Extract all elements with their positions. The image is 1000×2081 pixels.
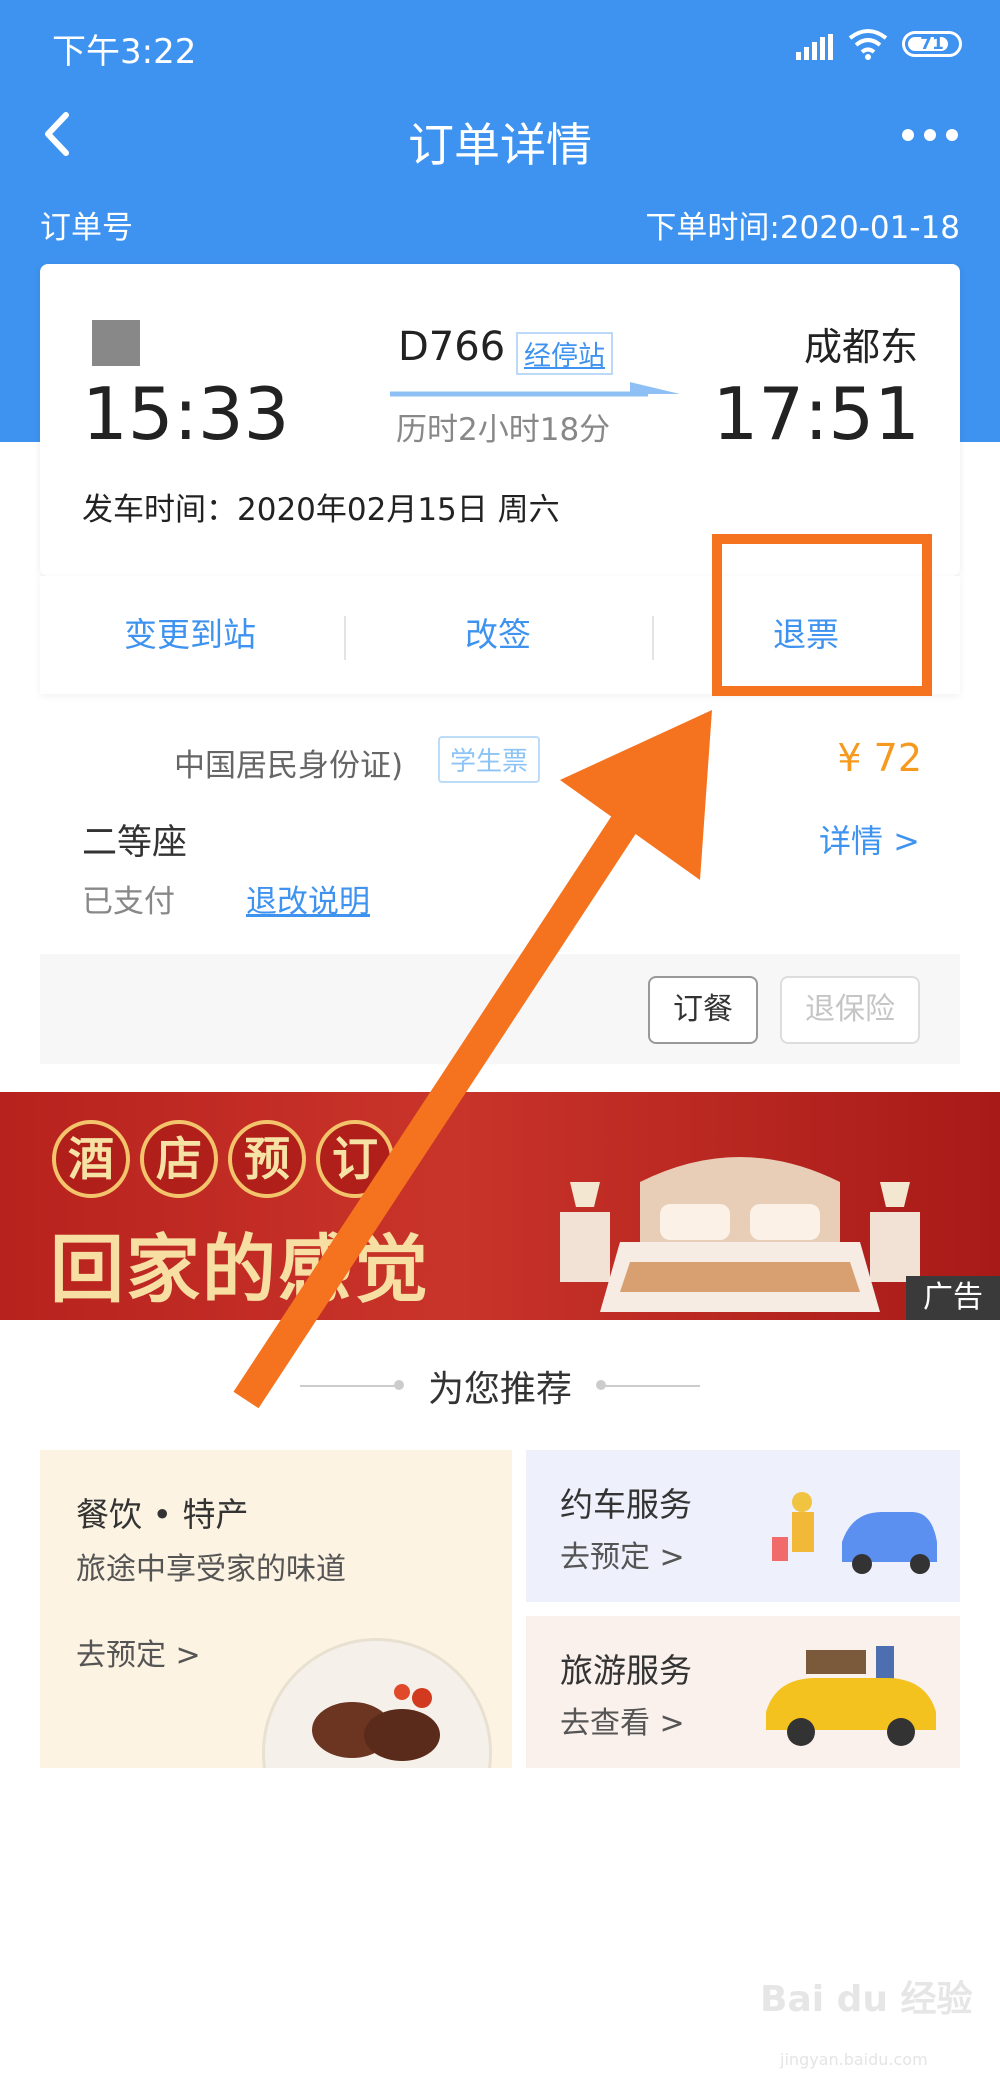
order-time: 下单时间:2020-01-18 [645, 210, 960, 246]
car-service-action: 去预定 > [560, 1540, 685, 1575]
order-meal-button[interactable]: 订餐 [648, 976, 758, 1044]
banner-headline: 酒 店 预 订 [52, 1120, 394, 1198]
passenger-card: 中国居民身份证) 学生票 ¥ 72 二等座 详情 > 已支付 退改说明 [40, 710, 960, 954]
page-title: 订单详情 [408, 118, 592, 172]
ad-label: 广告 [906, 1276, 1000, 1320]
tour-car-icon [766, 1646, 936, 1746]
hotel-ad-banner[interactable]: 酒 店 预 订 回家的感觉 广告 [0, 1092, 1000, 1320]
departure-time: 15:33 [82, 372, 290, 456]
arrival-time: 17:51 [712, 372, 921, 456]
change-station-button[interactable]: 变更到站 [40, 576, 340, 694]
tour-service-card[interactable]: 旅游服务 去查看 > [526, 1616, 960, 1768]
arrival-station: 成都东 [803, 325, 918, 369]
food-service-card[interactable]: 餐饮 • 特产 旅途中享受家的味道 去预定 > [40, 1450, 512, 1768]
battery-level: 71 [920, 34, 944, 54]
seat-type: 二等座 [82, 823, 188, 863]
id-type: 中国居民身份证) [174, 748, 404, 784]
battery-icon: 71 [902, 31, 962, 57]
status-bar: 下午3:22 71 [0, 0, 1000, 90]
banner-char: 店 [140, 1120, 218, 1198]
car-service-card[interactable]: 约车服务 去预定 > [526, 1450, 960, 1602]
banner-slogan: 回家的感觉 [50, 1227, 430, 1313]
extra-services: 订餐 退保险 [40, 954, 960, 1064]
refund-rules-link[interactable]: 退改说明 [246, 876, 370, 921]
divider [344, 616, 346, 660]
car-icon [772, 1492, 937, 1574]
departure-station-redacted [92, 320, 140, 366]
tour-service-title: 旅游服务 [560, 1651, 692, 1690]
wifi-icon [848, 29, 888, 60]
banner-char: 酒 [52, 1120, 130, 1198]
watermark-url: jingyan.baidu.com [780, 2050, 928, 2069]
divider [600, 1385, 700, 1387]
ticket-price: ¥ 72 [837, 736, 922, 780]
signal-icon [796, 34, 833, 60]
payment-status: 已支付 [82, 884, 175, 920]
ticket-type-badge: 学生票 [438, 736, 541, 783]
departure-date: 发车时间：2020年02月15日 周六 [82, 492, 560, 528]
more-options-icon[interactable] [900, 127, 960, 143]
reschedule-button[interactable]: 改签 [348, 576, 648, 694]
refund-insurance-button[interactable]: 退保险 [780, 976, 920, 1044]
order-number-label: 订单号 [40, 210, 133, 246]
banner-char: 预 [228, 1120, 306, 1198]
ticket-card: 15:33 成都东 17:51 D766 经停站 历时2小时18分 发车时间：2… [40, 264, 960, 576]
bed-illustration-icon [560, 1157, 920, 1312]
food-title: 餐饮 • 特产 [76, 1495, 249, 1534]
nav-bar: 订单详情 [0, 95, 1000, 175]
food-subtitle: 旅途中享受家的味道 [76, 1552, 346, 1587]
steak-icon [312, 1684, 440, 1761]
car-service-title: 约车服务 [560, 1485, 692, 1524]
recommend-title: 为您推荐 [427, 1369, 572, 1410]
route-arrow-icon [390, 382, 680, 397]
train-number: D766 [398, 324, 506, 370]
refund-highlight-box [712, 534, 932, 696]
tour-service-action: 去查看 > [560, 1706, 685, 1741]
food-action: 去预定 > [76, 1638, 201, 1673]
trip-duration: 历时2小时18分 [396, 412, 611, 448]
divider [652, 616, 654, 660]
stops-link[interactable]: 经停站 [516, 332, 613, 375]
status-time: 下午3:22 [52, 32, 197, 72]
details-link[interactable]: 详情 > [819, 816, 920, 862]
recommend-header: 为您推荐 [0, 1360, 1000, 1412]
banner-char: 订 [316, 1120, 394, 1198]
baidu-watermark: Bai du 经验 [760, 1979, 973, 2020]
